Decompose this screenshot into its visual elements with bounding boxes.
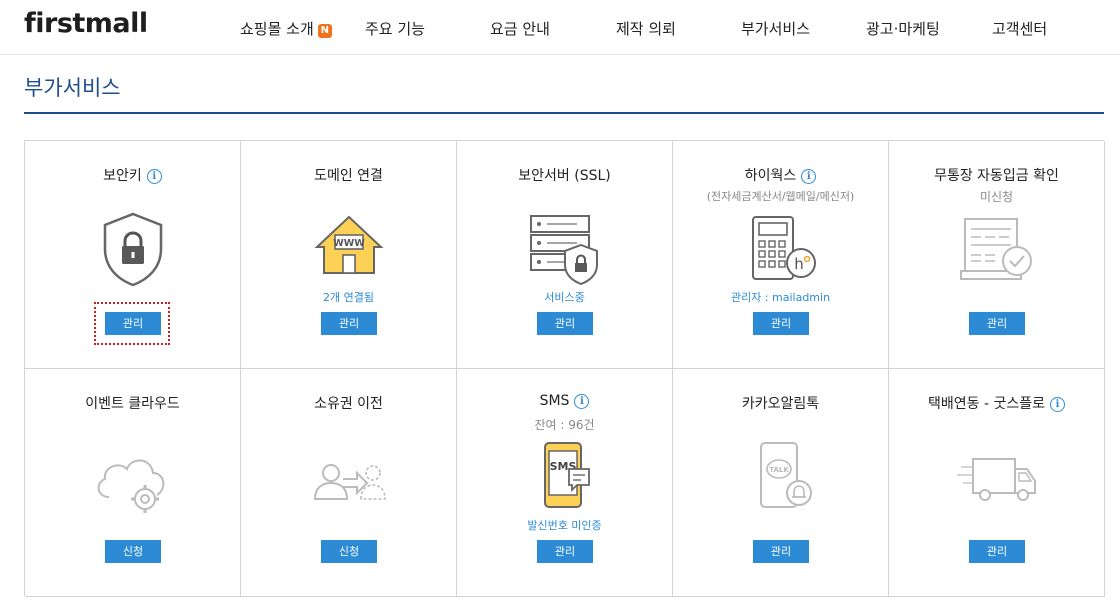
manage-button[interactable]: 관리 <box>321 312 377 335</box>
card-title: 카카오알림톡 <box>741 396 820 412</box>
card-title: 하이웍스 i <box>673 165 888 185</box>
card-title: 무통장 자동입금 확인 <box>934 168 1059 184</box>
card-title: 보안서버 (SSL) <box>518 168 611 184</box>
service-card-auto-deposit: 무통장 자동입금 확인 미신청 관리 <box>889 141 1105 369</box>
service-card-kakao-alimtalk: 카카오알림톡 TALK 관리 <box>673 369 889 597</box>
service-grid: 보안키 i 관리 도메인 연결 WWW 2개 연결됨 관리 보안서버 (SSL) <box>24 140 1105 597</box>
service-card-event-cloud: 이벤트 클라우드 신청 <box>25 369 241 597</box>
connection-status: 2개 연결됨 <box>323 291 374 304</box>
top-navigation: firstmall 쇼핑몰 소개 N 주요 기능 요금 안내 제작 의뢰 부가서비… <box>0 0 1120 55</box>
manage-button[interactable]: 관리 <box>105 312 161 335</box>
info-icon[interactable]: i <box>801 169 817 184</box>
www-house-icon: WWW <box>314 215 384 274</box>
card-title: 소유권 이전 <box>314 396 383 412</box>
nav-item-customer-center[interactable]: 고객센터 <box>992 18 1047 39</box>
new-badge: N <box>317 24 332 38</box>
manage-button[interactable]: 관리 <box>969 312 1025 335</box>
apply-button[interactable]: 신청 <box>321 540 377 563</box>
info-icon[interactable]: i <box>1050 397 1065 412</box>
manage-button[interactable]: 관리 <box>969 540 1025 563</box>
info-icon[interactable]: i <box>574 394 590 409</box>
bank-deposit-check-icon <box>960 218 1032 280</box>
ownership-transfer-icon <box>313 464 386 500</box>
card-title-text: 보안키 <box>103 168 142 184</box>
service-card-goodsflow: 택배연동 - 굿스플로 i 관리 <box>889 369 1105 597</box>
card-title: 도메인 연결 <box>314 168 383 184</box>
service-status: 서비스중 <box>544 291 585 304</box>
card-title: 택배연동 - 굿스플로 i <box>889 393 1104 413</box>
manage-button[interactable]: 관리 <box>537 540 593 563</box>
manage-button[interactable]: 관리 <box>753 540 809 563</box>
kakao-talk-phone-icon: TALK <box>760 442 812 508</box>
calculator-hiworks-icon: h <box>752 216 816 280</box>
card-title: 보안키 i <box>25 165 240 185</box>
nav-item-features[interactable]: 주요 기능 <box>365 18 425 39</box>
nav-label: 쇼핑몰 소개 <box>240 20 314 38</box>
nav-item-pricing[interactable]: 요금 안내 <box>490 18 550 39</box>
title-divider <box>24 112 1104 114</box>
card-title: SMS i <box>457 393 672 409</box>
shield-lock-icon <box>103 212 163 287</box>
service-card-ownership-transfer: 소유권 이전 신청 <box>241 369 457 597</box>
firstmall-logo[interactable]: firstmall <box>24 8 148 39</box>
svg-text:WWW: WWW <box>333 238 365 249</box>
manage-button[interactable]: 관리 <box>753 312 809 335</box>
sender-number-status: 발신번호 미인증 <box>527 519 602 532</box>
server-shield-icon <box>530 215 598 286</box>
admin-account: 관리자 : mailadmin <box>730 291 831 304</box>
svg-text:h: h <box>794 255 804 273</box>
nav-item-shop-intro[interactable]: 쇼핑몰 소개 N <box>240 18 332 39</box>
nav-item-addon-services[interactable]: 부가서비스 <box>741 18 810 39</box>
talk-icon-text: TALK <box>769 466 789 474</box>
sms-remaining: 잔여 : 96건 <box>534 418 595 432</box>
service-card-hiworks: 하이웍스 i (전자세금계산서/웹메일/메신저) h 관리자 : mailadmi… <box>673 141 889 369</box>
card-subtitle: (전자세금계산서/웹메일/메신저) <box>706 190 855 203</box>
sms-phone-icon: SMS <box>544 442 590 508</box>
apply-button[interactable]: 신청 <box>105 540 161 563</box>
nav-item-ad-marketing[interactable]: 광고·마케팅 <box>866 18 940 39</box>
service-card-security-key: 보안키 i 관리 <box>25 141 241 369</box>
cloud-gear-icon <box>97 459 165 513</box>
info-icon[interactable]: i <box>146 169 162 184</box>
card-subtitle: 미신청 <box>979 190 1014 204</box>
page-title: 부가서비스 <box>24 76 121 100</box>
card-title-text: SMS <box>539 393 570 409</box>
card-title: 이벤트 클라우드 <box>85 396 180 412</box>
service-card-ssl: 보안서버 (SSL) 서비스중 관리 <box>457 141 673 369</box>
card-title-text: 하이웍스 <box>744 168 797 184</box>
card-title-text: 택배연동 - 굿스플로 <box>928 396 1045 412</box>
delivery-truck-icon <box>957 458 1036 501</box>
manage-button[interactable]: 관리 <box>537 312 593 335</box>
service-card-domain: 도메인 연결 WWW 2개 연결됨 관리 <box>241 141 457 369</box>
nav-item-production-request[interactable]: 제작 의뢰 <box>616 18 676 39</box>
service-card-sms: SMS i 잔여 : 96건 SMS 발신번호 미인증 관리 <box>457 369 673 597</box>
